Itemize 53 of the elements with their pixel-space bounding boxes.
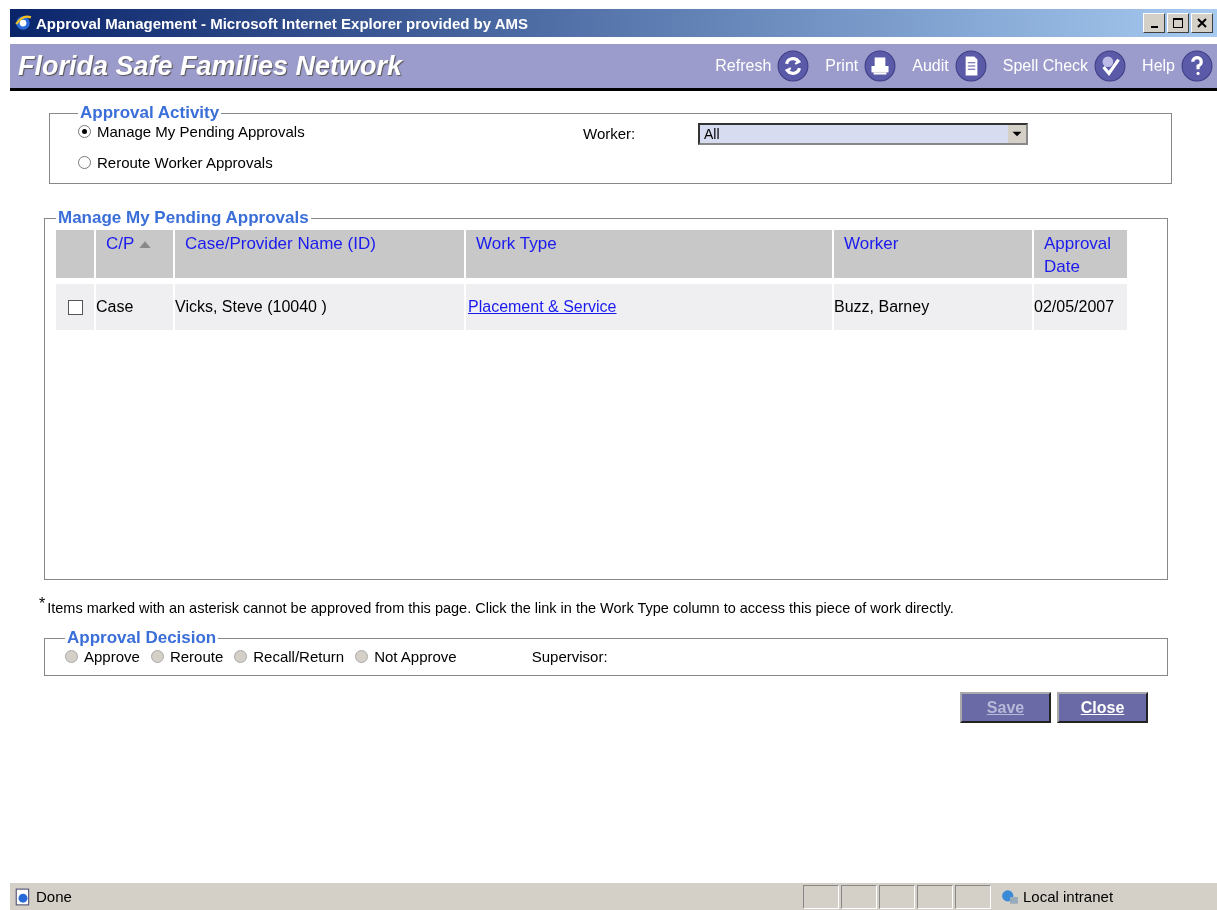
note-text: Items marked with an asterisk cannot be approved from this page. Click the link in the Work Type column to access this piece of work directly. [47, 600, 954, 616]
header-cell [56, 230, 94, 278]
close-button[interactable] [1191, 13, 1213, 33]
asterisk: * [39, 595, 46, 614]
column-header[interactable]: Case/Provider Name (ID) [175, 230, 464, 278]
section-title: Approval Decision [66, 628, 218, 648]
status-pane [879, 884, 915, 909]
row-checkbox[interactable] [67, 299, 83, 315]
status-text: Done [36, 888, 73, 905]
column-header[interactable]: Worker [834, 230, 1032, 278]
maximize-icon [1172, 17, 1184, 29]
action-button[interactable]: Close [1057, 692, 1148, 723]
spell-check-icon [1094, 50, 1127, 82]
maximize-button[interactable] [1167, 13, 1189, 33]
radio-button[interactable] [78, 156, 91, 169]
printer-icon [864, 50, 897, 82]
supervisor-label: Supervisor: [531, 648, 608, 665]
toolbar-link[interactable]: Audit [912, 50, 987, 82]
worker-label: Worker: [583, 125, 637, 142]
status-pane [955, 884, 991, 909]
section-title: Manage My Pending Approvals [57, 208, 310, 228]
status-pane [841, 884, 877, 909]
toolbar-link[interactable]: Print [825, 50, 897, 82]
column-header[interactable]: C/P [96, 230, 173, 278]
refresh-icon [777, 50, 810, 82]
toolbar-link[interactable]: Spell Check [1002, 50, 1127, 82]
radio-label[interactable]: Reroute Worker Approvals [97, 154, 273, 171]
table-cell: Vicks, Steve (10040 ) [175, 284, 464, 330]
close-icon [1196, 17, 1208, 29]
toolbar-link[interactable]: Help [1142, 50, 1213, 82]
radio-button[interactable] [78, 125, 91, 138]
worker-dropdown[interactable]: All [698, 123, 1028, 145]
app-title: Florida Safe Families Network [18, 50, 404, 82]
page-icon [14, 887, 32, 906]
radio-label[interactable]: Manage My Pending Approvals [97, 123, 305, 140]
table-cell: Case [96, 284, 173, 330]
zone-text: Local intranet [1023, 888, 1115, 905]
network-icon [1001, 887, 1019, 906]
status-pane [803, 884, 839, 909]
document-icon [954, 50, 987, 82]
section-title: Approval Activity [79, 103, 221, 123]
window-title: Approval Management - Microsoft Internet Explorer provided by AMS [36, 14, 529, 32]
column-header[interactable]: Work Type [466, 230, 832, 278]
minimize-button[interactable] [1143, 13, 1165, 33]
toolbar-link[interactable]: Refresh [715, 50, 810, 82]
minimize-icon [1150, 26, 1158, 28]
work-type-link[interactable]: Placement & Service [466, 298, 617, 316]
table-cell: 02/05/2007 [1034, 284, 1127, 330]
status-pane [917, 884, 953, 909]
column-header[interactable]: Approval Date [1034, 230, 1127, 278]
help-icon [1181, 50, 1213, 82]
browser-icon [14, 14, 32, 32]
table-cell: Buzz, Barney [834, 284, 1032, 330]
